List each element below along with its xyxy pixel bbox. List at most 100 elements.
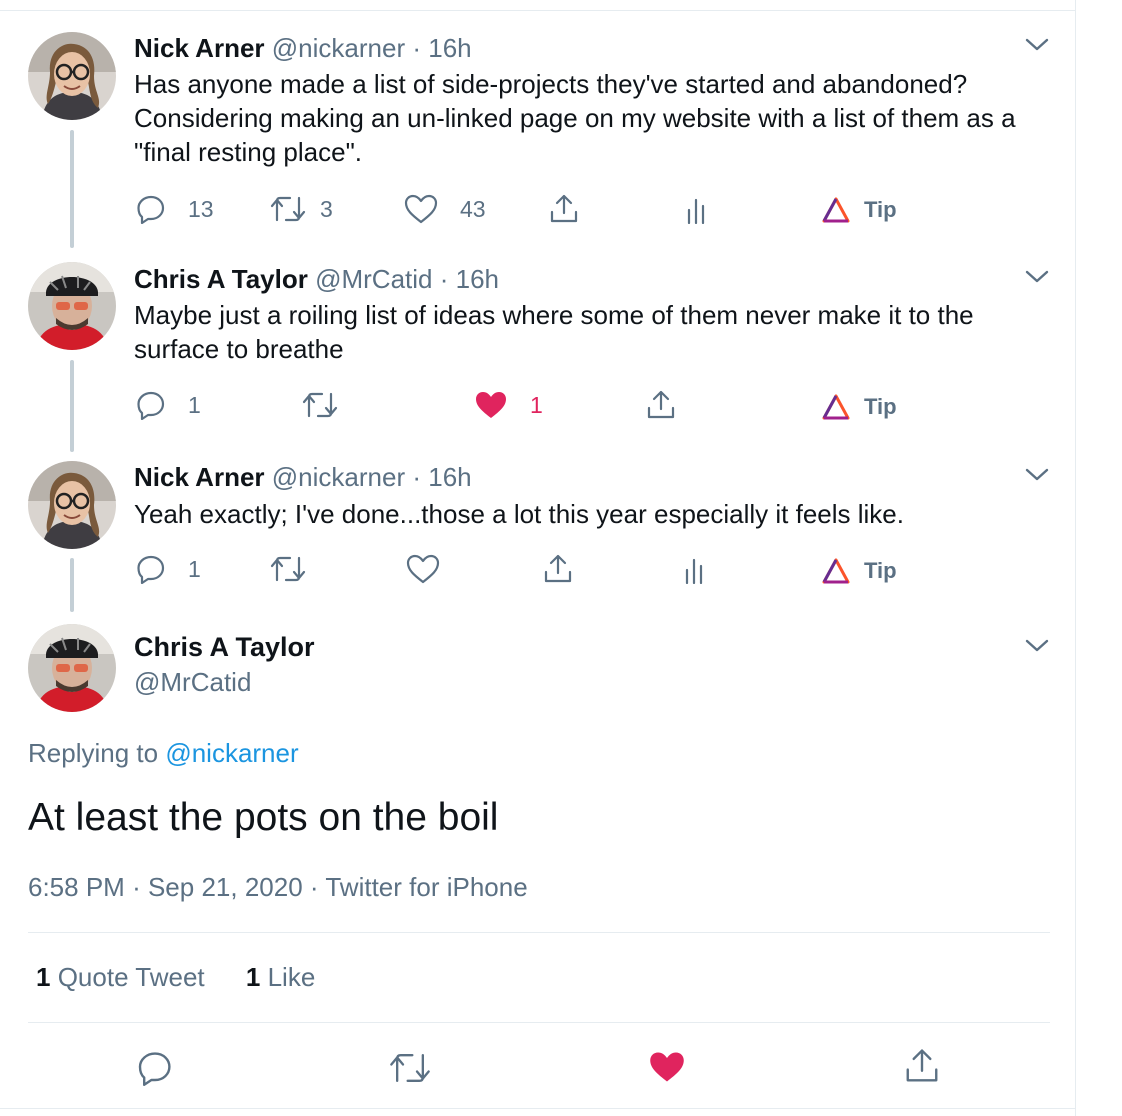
like-button[interactable]	[406, 554, 440, 584]
author-handle[interactable]: @MrCatid	[315, 264, 432, 294]
tweet-source[interactable]: Twitter for iPhone	[325, 872, 527, 902]
quote-tweet-stat[interactable]: 1 Quote Tweet	[36, 962, 205, 992]
replying-to-link[interactable]: @nickarner	[165, 738, 298, 768]
tweet-time[interactable]: 16h	[428, 33, 471, 63]
tip-button[interactable]: Tip	[822, 197, 897, 223]
reply-button[interactable]: 13	[136, 194, 214, 224]
replying-to: Replying to @nickarner	[28, 738, 299, 769]
retweet-count: 3	[320, 195, 333, 222]
avatar[interactable]	[28, 461, 116, 549]
retweet-button[interactable]: 3	[270, 194, 333, 224]
like-button[interactable]: 43	[404, 194, 486, 224]
tweet-time[interactable]: 6:58 PM	[28, 872, 125, 902]
share-icon	[550, 194, 578, 223]
analytics-button[interactable]	[684, 556, 708, 584]
reply-count: 13	[188, 195, 214, 222]
main-author-handle[interactable]: @MrCatid	[134, 667, 251, 698]
quote-label: Quote Tweet	[57, 962, 205, 992]
reply-icon	[137, 391, 165, 420]
like-icon	[650, 1052, 684, 1082]
thread-connector	[70, 130, 74, 248]
share-button[interactable]	[548, 193, 580, 225]
separator: ·	[309, 872, 319, 902]
reply-icon	[138, 1052, 171, 1086]
share-icon	[647, 390, 675, 419]
tip-label: Tip	[864, 394, 897, 419]
replying-prefix: Replying to	[28, 738, 159, 768]
tip-label: Tip	[864, 197, 897, 222]
tweet-meta: 6:58 PM · Sep 21, 2020 · Twitter for iPh…	[28, 872, 528, 903]
tweet-date[interactable]: Sep 21, 2020	[148, 872, 303, 902]
like-button[interactable]	[648, 1050, 686, 1084]
share-button[interactable]	[645, 389, 677, 421]
author-name[interactable]: Nick Arner	[134, 462, 265, 492]
like-icon	[476, 392, 506, 418]
like-button[interactable]: 1	[474, 390, 543, 420]
separator: ·	[412, 33, 422, 63]
avatar[interactable]	[28, 262, 116, 350]
like-label: Like	[267, 962, 316, 992]
retweet-button[interactable]	[302, 390, 338, 420]
analytics-icon	[687, 198, 705, 224]
avatar[interactable]	[28, 624, 116, 712]
reply-button[interactable]: 1	[136, 390, 201, 420]
avatar[interactable]	[28, 32, 116, 120]
divider	[28, 1022, 1050, 1023]
brave-tip-icon	[822, 394, 850, 420]
main-author-name[interactable]: Chris A Taylor	[134, 632, 315, 663]
retweet-icon	[270, 196, 306, 222]
like-count: 1	[530, 391, 543, 418]
author-handle[interactable]: @nickarner	[272, 33, 405, 63]
tweet-text: Has anyone made a list of side-projects …	[134, 69, 1016, 167]
tweet-text: Maybe just a roiling list of ideas where…	[134, 300, 974, 364]
separator: ·	[412, 462, 422, 492]
tweet-time[interactable]: 16h	[456, 264, 499, 294]
like-stat[interactable]: 1 Like	[246, 962, 315, 992]
author-handle[interactable]: @nickarner	[272, 462, 405, 492]
tweet-header: Chris A Taylor @MrCatid · 16h	[134, 263, 499, 295]
analytics-icon	[685, 558, 703, 584]
share-button[interactable]	[542, 553, 574, 585]
retweet-icon	[302, 392, 338, 418]
thread-connector	[70, 558, 74, 612]
reply-icon	[137, 555, 165, 584]
chevron-down-icon[interactable]	[1024, 268, 1050, 286]
tip-button[interactable]: Tip	[822, 558, 897, 584]
tip-label: Tip	[864, 558, 897, 583]
tweet-text: Yeah exactly; I've done...those a lot th…	[134, 499, 904, 529]
reply-button[interactable]: 1	[136, 554, 201, 584]
reply-count: 1	[188, 555, 201, 582]
separator: ·	[439, 264, 449, 294]
tweet-stats: 1 Quote Tweet 1 Like	[36, 962, 349, 993]
divider	[28, 932, 1050, 933]
separator: ·	[132, 872, 141, 902]
timeline-top-border	[0, 10, 1075, 11]
share-button[interactable]	[903, 1047, 941, 1085]
timeline-right-border	[1075, 0, 1076, 1116]
chevron-down-icon[interactable]	[1024, 36, 1050, 54]
main-tweet-text: At least the pots on the boil	[28, 796, 499, 839]
share-icon	[906, 1049, 938, 1082]
author-name[interactable]: Chris A Taylor	[134, 264, 308, 294]
timeline-bottom-border	[0, 1108, 1075, 1109]
reply-button[interactable]	[137, 1050, 173, 1086]
author-name[interactable]: Nick Arner	[134, 33, 265, 63]
chevron-down-icon[interactable]	[1024, 637, 1050, 655]
retweet-button[interactable]	[389, 1050, 431, 1086]
reply-count: 1	[188, 391, 201, 418]
like-count: 43	[460, 195, 486, 222]
like-icon	[404, 194, 438, 224]
analytics-button[interactable]	[686, 196, 710, 224]
tweet-header: Nick Arner @nickarner · 16h	[134, 32, 472, 64]
brave-tip-icon	[822, 197, 850, 223]
like-icon	[406, 554, 440, 584]
retweet-icon	[390, 1054, 430, 1082]
chevron-down-icon[interactable]	[1024, 466, 1050, 484]
retweet-icon	[270, 556, 306, 582]
quote-count: 1	[36, 962, 51, 992]
tweet-time[interactable]: 16h	[428, 462, 471, 492]
like-count: 1	[245, 962, 261, 992]
thread-connector	[70, 360, 74, 452]
tip-button[interactable]: Tip	[822, 394, 897, 420]
retweet-button[interactable]	[270, 554, 306, 584]
